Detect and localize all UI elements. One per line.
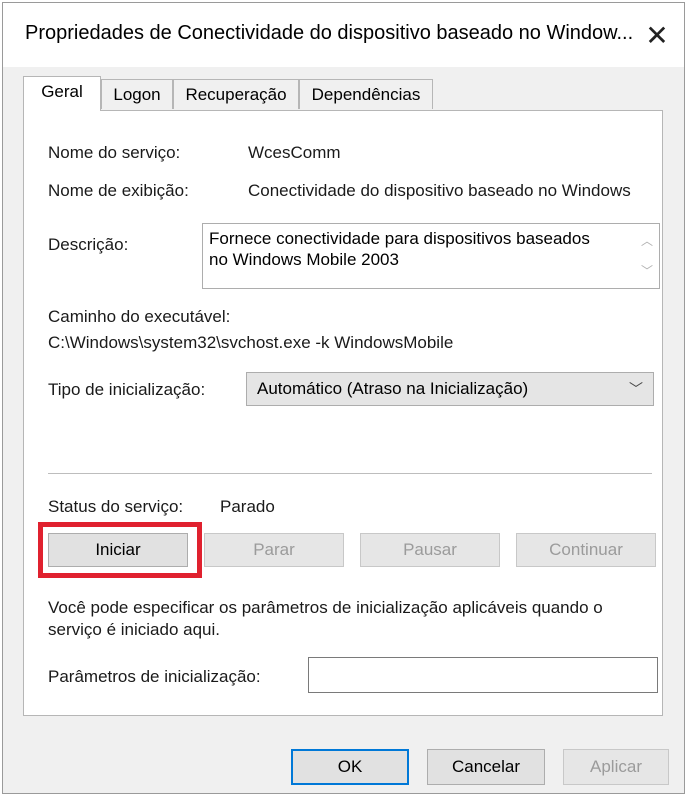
pause-button[interactable]: Pausar [360, 533, 500, 567]
tab-recuperacao[interactable]: Recuperação [173, 79, 299, 109]
close-button[interactable]: ✕ [630, 3, 684, 67]
description-label: Descrição: [48, 235, 129, 254]
service-name-label: Nome do serviço: [48, 143, 181, 162]
service-status-label: Status do serviço: [48, 497, 184, 516]
startup-type-dropdown[interactable]: Automático (Atraso na Inicialização) ﹀ [246, 372, 654, 406]
executable-path-label: Caminho do executável: [48, 307, 231, 326]
display-name-label: Nome de exibição: [48, 181, 189, 200]
title-bar: Propriedades de Conectividade do disposi… [3, 3, 684, 67]
service-name-value: WcesComm [248, 143, 341, 162]
stop-button[interactable]: Parar [204, 533, 344, 567]
continue-button[interactable]: Continuar [516, 533, 656, 567]
tab-strip: Geral Logon Recuperação Dependências [23, 76, 663, 111]
chevron-up-icon[interactable]: ︿ [641, 232, 653, 249]
startup-type-label: Tipo de inicialização: [48, 380, 206, 399]
tab-geral[interactable]: Geral [23, 76, 101, 111]
window-title: Propriedades de Conectividade do disposi… [25, 22, 634, 44]
separator [48, 473, 652, 474]
general-tab-panel: Nome do serviço: WcesComm Nome de exibiç… [23, 110, 663, 716]
service-status-value: Parado [220, 497, 275, 516]
tab-logon[interactable]: Logon [101, 79, 173, 109]
cancel-button[interactable]: Cancelar [427, 749, 545, 785]
startup-params-hint: Você pode especificar os parâmetros de i… [48, 598, 603, 639]
executable-path-value: C:\Windows\system32\svchost.exe -k Windo… [48, 333, 454, 352]
chevron-down-icon[interactable]: ﹀ [641, 262, 653, 279]
chevron-down-icon: ﹀ [629, 381, 643, 397]
startup-params-input[interactable] [308, 657, 658, 693]
apply-button[interactable]: Aplicar [563, 749, 669, 785]
description-textbox[interactable]: Fornece conectividade para dispositivos … [202, 223, 660, 289]
tab-dependencias[interactable]: Dependências [299, 79, 433, 109]
highlight-box [38, 522, 202, 578]
service-properties-dialog: Propriedades de Conectividade do disposi… [2, 2, 685, 794]
ok-button[interactable]: OK [291, 749, 409, 785]
startup-params-label: Parâmetros de inicialização: [48, 667, 261, 686]
startup-type-value: Automático (Atraso na Inicialização) [257, 379, 529, 398]
display-name-value: Conectividade do dispositivo baseado no … [248, 181, 631, 200]
description-text: Fornece conectividade para dispositivos … [209, 229, 590, 269]
close-icon: ✕ [645, 19, 669, 51]
